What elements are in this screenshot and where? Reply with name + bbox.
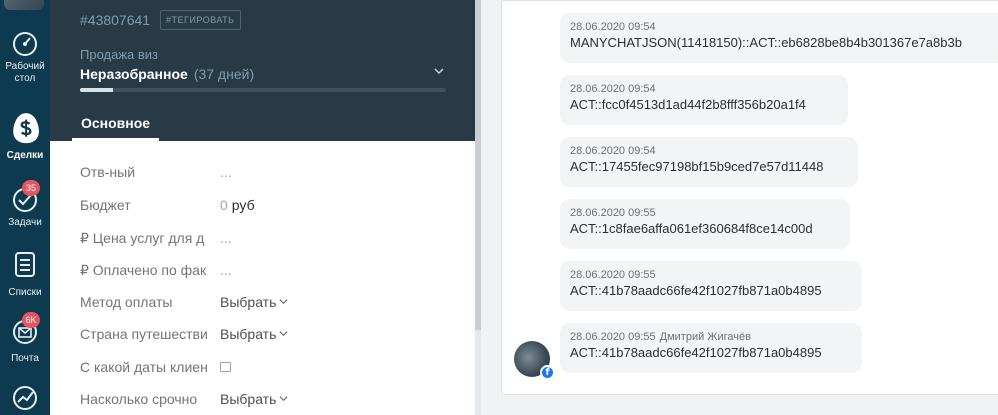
field-label: Страна путешестви [80, 326, 208, 342]
payment-method-select[interactable]: Выбрать [220, 292, 288, 312]
message-meta: 28.06.2020 09:55 Дмитрий Жигачёв [570, 330, 852, 344]
lead-header: #43807641 #ТЕГИРОВАТЬ Продажа виз Неразо… [50, 0, 475, 141]
stage-days: (37 дней) [193, 66, 255, 82]
nav-label: Почта [11, 353, 39, 364]
field-label: ₽ Оплачено по фак [80, 262, 207, 278]
nav-label: Списки [8, 287, 42, 298]
feed-card: 28.06.2020 09:54 MANYCHATJSON(11418150):… [501, 0, 998, 395]
field-country[interactable]: Страна путешестви Выбрать [80, 324, 460, 344]
nav-label: Рабочий стол [5, 61, 45, 84]
tab-main[interactable]: Основное [72, 105, 160, 141]
field-date[interactable]: С какой даты клиен [80, 357, 460, 377]
field-label: ₽ Цена услуг для д [80, 230, 205, 246]
message-bubble[interactable]: 28.06.2020 09:55 ACT::41b78aadc66fe42f10… [560, 261, 862, 311]
nav-item-stats[interactable] [0, 384, 50, 412]
nav-item-mail[interactable]: 6K Почта [0, 312, 50, 365]
date-input[interactable] [220, 357, 231, 377]
chevron-down-icon [279, 331, 288, 337]
message-time: 28.06.2020 09:55 [570, 331, 656, 343]
select-value: Выбрать [220, 294, 277, 310]
field-service-price[interactable]: ₽ Цена услуг для д ... [80, 228, 460, 248]
calendar-icon [220, 362, 231, 372]
chevron-down-icon [279, 396, 288, 402]
field-responsible[interactable]: Отв-ный ... [80, 162, 460, 182]
budget-input[interactable]: 0 руб [220, 195, 255, 215]
dollar-icon [13, 113, 39, 144]
user-avatar[interactable] [4, 0, 44, 10]
lead-id: #43807641 [80, 12, 151, 28]
field-label: Насколько срочно [80, 391, 198, 407]
field-value[interactable]: ... [220, 228, 232, 248]
stage-selector[interactable]: Неразобранное (37 дней) [80, 66, 254, 82]
field-urgency[interactable]: Насколько срочно Выбрать [80, 389, 460, 409]
facebook-icon: f [540, 365, 555, 380]
field-label: Отв-ный [80, 164, 136, 180]
message-time: 28.06.2020 09:54 [570, 21, 656, 33]
message-text: ACT::17455fec97198bf15b9ced7e57d11448 [570, 159, 824, 174]
field-label: С какой даты клиен [80, 359, 208, 375]
message-text: ACT::fcc0f4513d1ad44f2b8fff356b20a1f4 [570, 97, 806, 112]
chevron-down-icon[interactable] [434, 66, 444, 76]
message-text: ACT::41b78aadc66fe42f1027fb871a0b4895 [570, 283, 822, 298]
contact-avatar[interactable]: f [514, 341, 555, 380]
field-value[interactable]: ... [220, 260, 232, 280]
lead-fields: Отв-ный ... Бюджет 0 руб ₽ Цена услуг для… [50, 141, 475, 415]
message-time: 28.06.2020 09:54 [570, 83, 656, 95]
chevron-down-icon [279, 299, 288, 305]
message-time: 28.06.2020 09:54 [570, 145, 656, 157]
field-label: Метод оплаты [80, 294, 173, 310]
message-bubble[interactable]: 28.06.2020 09:54 ACT::17455fec97198bf15b… [560, 137, 858, 187]
activity-feed: 28.06.2020 09:54 MANYCHATJSON(11418150):… [481, 0, 998, 415]
field-payment-method[interactable]: Метод оплаты Выбрать [80, 292, 460, 312]
field-budget[interactable]: Бюджет 0 руб [80, 195, 460, 215]
nav-label: Сделки [6, 150, 44, 161]
nav-label: Задачи [8, 217, 42, 228]
field-label: Бюджет [80, 197, 131, 213]
field-paid[interactable]: ₽ Оплачено по фак ... [80, 260, 460, 280]
pipeline-name: Продажа виз [80, 47, 158, 62]
nav-item-lists[interactable]: Списки [0, 250, 50, 299]
field-value[interactable]: ... [220, 162, 232, 182]
app-root: Рабочий стол Сделки 35 Задачи Списки 6K … [0, 0, 998, 415]
message-bubble[interactable]: 28.06.2020 09:55 ACT::1c8fae6affa061ef36… [560, 199, 850, 249]
country-select[interactable]: Выбрать [220, 324, 288, 344]
left-nav: Рабочий стол Сделки 35 Задачи Списки 6K … [0, 0, 50, 415]
message-bubble[interactable]: 28.06.2020 09:54 MANYCHATJSON(11418150):… [560, 13, 998, 63]
select-value: Выбрать [220, 391, 277, 407]
stage-progress [80, 88, 446, 92]
message-time: 28.06.2020 09:55 [570, 269, 656, 281]
currency-unit: руб [231, 197, 255, 213]
list-icon [15, 252, 35, 277]
speedometer-icon [13, 32, 37, 56]
select-value: Выбрать [220, 326, 277, 342]
tasks-badge: 35 [22, 180, 40, 196]
message-author: Дмитрий Жигачёв [659, 331, 751, 343]
mail-badge: 6K [22, 312, 40, 328]
nav-item-leads[interactable]: Сделки [0, 108, 50, 162]
urgency-select[interactable]: Выбрать [220, 389, 288, 409]
message-time: 28.06.2020 09:55 [570, 207, 656, 219]
message-text: ACT::1c8fae6affa061ef360684f8ce14c00d [570, 221, 813, 236]
message-bubble[interactable]: 28.06.2020 09:54 ACT::fcc0f4513d1ad44f2b… [560, 75, 848, 125]
message-text: ACT::41b78aadc66fe42f1027fb871a0b4895 [570, 345, 822, 360]
message-bubble[interactable]: 28.06.2020 09:55 Дмитрий Жигачёв ACT::41b… [560, 323, 862, 373]
stage-name: Неразобранное [80, 66, 188, 82]
stage-progress-fill [80, 88, 113, 92]
nav-item-tasks[interactable]: 35 Задачи [0, 180, 50, 229]
message-text: MANYCHATJSON(11418150)::ACT::eb6828be8b4… [570, 35, 962, 50]
nav-item-dashboard[interactable]: Рабочий стол [0, 30, 50, 85]
budget-value: 0 [220, 197, 228, 213]
chart-line-icon [13, 386, 37, 410]
tag-button[interactable]: #ТЕГИРОВАТЬ [160, 10, 241, 30]
